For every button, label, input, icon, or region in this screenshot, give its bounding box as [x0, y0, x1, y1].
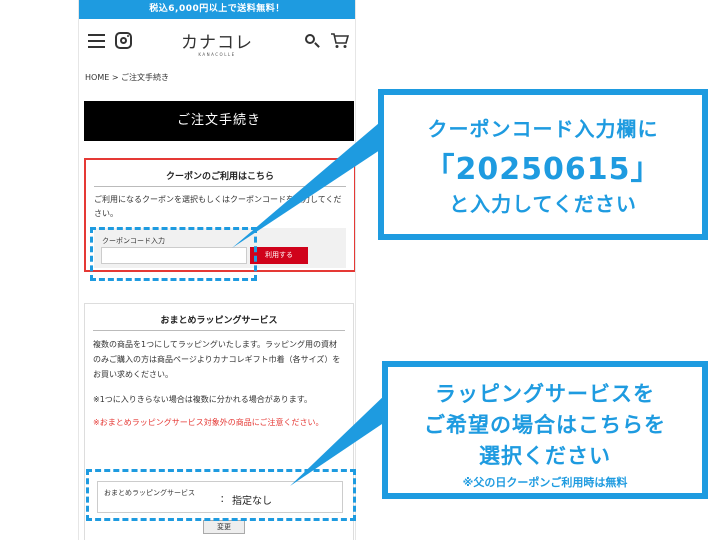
wrapping-callout-line2: ご希望の場合はこちらを [424, 413, 666, 437]
breadcrumb: HOME > ご注文手続き [85, 73, 170, 82]
coupon-heading: クーポンのご利用はこちら [94, 169, 346, 187]
coupon-callout-line1: クーポンコード入力欄に [427, 117, 659, 141]
coupon-input-highlight [90, 227, 257, 281]
coupon-callout-code: 「20250615」 [424, 152, 662, 187]
cart-icon[interactable] [331, 33, 349, 49]
wrapping-description: 複数の商品を1つにしてラッピングいたします。ラッピング用の資材のみご購入の方は商… [93, 340, 341, 379]
change-button[interactable]: 変更 [203, 520, 245, 534]
coupon-description: ご利用になるクーポンを選択もしくはクーポンコードを入力してください。 [94, 195, 342, 218]
logo-subtext: KANACOLLE [198, 52, 236, 57]
wrapping-heading: おまとめラッピングサービス [93, 313, 345, 331]
coupon-callout-line3: と入力してください [449, 192, 637, 216]
wrapping-callout-line1: ラッピングサービスを [435, 382, 655, 406]
wrapping-select-highlight [86, 469, 356, 521]
shipping-banner: 税込6,000円以上で送料無料！ [79, 0, 355, 19]
wrapping-callout-note: ※父の日クーポンご利用時は無料 [462, 476, 628, 489]
search-icon[interactable] [305, 34, 319, 48]
wrapping-warning: ※おまとめラッピングサービス対象外の商品にご注意ください。 [93, 418, 324, 427]
wrapping-callout-line3: 選択ください [479, 444, 611, 468]
wrapping-note: ※1つに入りきらない場合は複数に分かれる場合があります。 [93, 395, 312, 404]
apply-coupon-button[interactable]: 利用する [250, 247, 308, 264]
coupon-callout: クーポンコード入力欄に 「20250615」 と入力してください [378, 89, 708, 240]
site-header: カナコレ KANACOLLE [79, 19, 355, 67]
page-title: ご注文手続き [84, 101, 354, 141]
wrapping-callout: ラッピングサービスを ご希望の場合はこちらを 選択ください ※父の日クーポンご利… [382, 361, 708, 499]
